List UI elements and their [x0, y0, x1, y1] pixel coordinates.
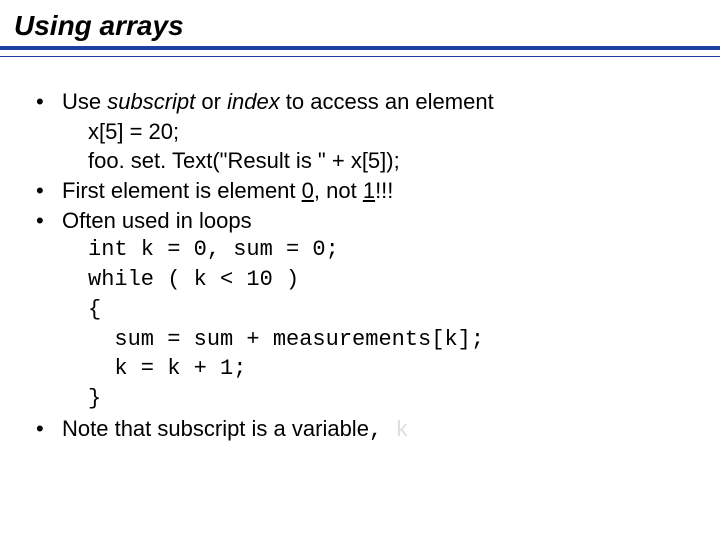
- bullet-variable: Note that subscript is a variable, k: [30, 414, 690, 446]
- code-block: int k = 0, sum = 0; while ( k < 10 ) { s…: [30, 235, 690, 413]
- text: , not: [314, 178, 363, 203]
- example-assign: x[5] = 20;: [30, 117, 690, 147]
- text: Use: [62, 89, 107, 114]
- code-comma: ,: [369, 418, 395, 443]
- faded-k: k: [395, 418, 408, 443]
- text: !!!: [375, 178, 393, 203]
- example-settext: foo. set. Text("Result is " + x[5]);: [30, 146, 690, 176]
- slide-body: Use subscript or index to access an elem…: [0, 87, 720, 445]
- em-subscript: subscript: [107, 89, 195, 114]
- title-rule: [0, 46, 720, 50]
- bullet-loops: Often used in loops: [30, 206, 690, 236]
- text: or: [195, 89, 227, 114]
- bullet-subscript: Use subscript or index to access an elem…: [30, 87, 690, 117]
- text: Note that subscript is a variable: [62, 416, 369, 441]
- zero-underline: 0: [302, 178, 314, 203]
- title-rule-thin: [0, 56, 720, 57]
- bullet-first-element: First element is element 0, not 1!!!: [30, 176, 690, 206]
- text: to access an element: [280, 89, 494, 114]
- one-underline: 1: [363, 178, 375, 203]
- slide-title: Using arrays: [0, 0, 720, 46]
- text: First element is element: [62, 178, 302, 203]
- em-index: index: [227, 89, 280, 114]
- slide: Using arrays Use subscript or index to a…: [0, 0, 720, 540]
